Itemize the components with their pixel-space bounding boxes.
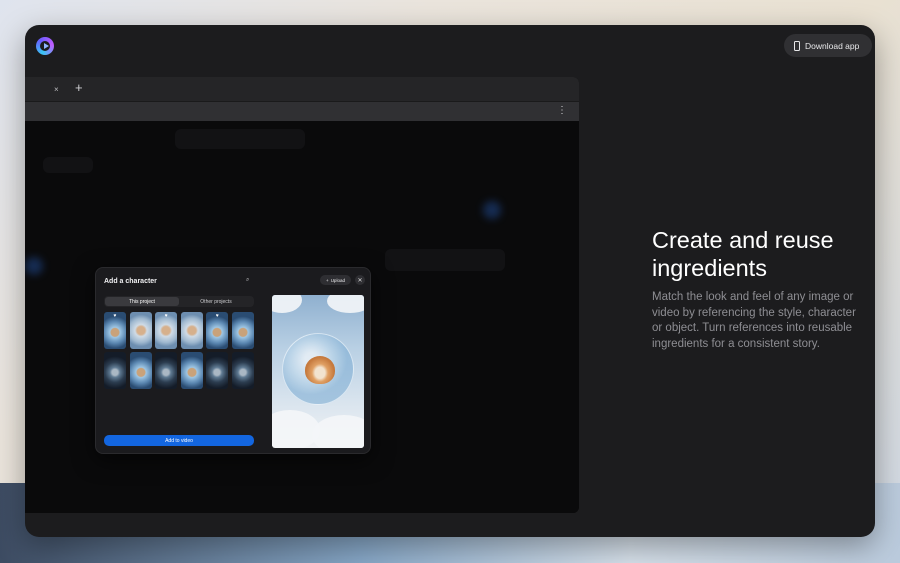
browser-page: Add a character ⌕ + Upload ✕ This projec… bbox=[25, 121, 579, 513]
dimmed-accent bbox=[25, 257, 43, 275]
cloud-shape bbox=[327, 295, 364, 313]
character-grid: ♥ ♥ ♥ bbox=[104, 312, 254, 389]
character-thumbnail[interactable]: ♥ bbox=[104, 312, 126, 349]
cloud-shape bbox=[272, 295, 302, 313]
upload-label: Upload bbox=[330, 277, 345, 283]
more-options-icon[interactable]: ⋮ bbox=[557, 106, 567, 116]
upload-button[interactable]: + Upload bbox=[320, 275, 351, 285]
character-thumbnail[interactable] bbox=[180, 312, 203, 349]
character-thumbnail[interactable] bbox=[180, 352, 203, 389]
dimmed-accent bbox=[483, 201, 501, 219]
add-character-modal: Add a character ⌕ + Upload ✕ This projec… bbox=[95, 267, 371, 454]
phone-icon bbox=[794, 40, 800, 51]
close-icon[interactable]: × bbox=[54, 85, 59, 94]
close-modal-icon[interactable]: ✕ bbox=[355, 275, 365, 285]
app-logo-icon[interactable] bbox=[36, 37, 54, 55]
modal-title: Add a character bbox=[104, 278, 157, 285]
heart-icon: ♥ bbox=[215, 313, 219, 319]
character-thumbnail[interactable]: ♥ bbox=[155, 312, 178, 349]
feature-description: Match the look and feel of any image or … bbox=[652, 291, 856, 350]
character-thumbnail[interactable] bbox=[155, 352, 178, 389]
browser-address-bar[interactable]: ⋮ bbox=[25, 101, 579, 121]
heart-icon: ♥ bbox=[164, 313, 168, 319]
character-thumbnail[interactable]: ♥ bbox=[206, 312, 229, 349]
app-window: Download app × + ⋮ Add a character ⌕ + U… bbox=[25, 25, 875, 537]
character-thumbnail[interactable] bbox=[129, 352, 152, 389]
dimmed-sidebar-item bbox=[43, 157, 93, 173]
download-app-button[interactable]: Download app bbox=[784, 34, 872, 57]
plus-icon: + bbox=[326, 277, 329, 283]
download-app-label: Download app bbox=[805, 40, 860, 51]
browser-mockup: × + ⋮ Add a character ⌕ + Upload ✕ This … bbox=[25, 77, 579, 513]
hamster-figure bbox=[305, 356, 335, 384]
bubble-shape bbox=[282, 333, 354, 405]
new-tab-icon[interactable]: + bbox=[75, 81, 83, 95]
character-preview-image bbox=[272, 295, 364, 448]
character-thumbnail[interactable] bbox=[231, 312, 254, 349]
tab-other-projects[interactable]: Other projects bbox=[179, 297, 253, 306]
add-to-video-button[interactable]: Add to video bbox=[104, 435, 254, 446]
character-thumbnail[interactable] bbox=[129, 312, 152, 349]
project-tabs: This project Other projects bbox=[104, 296, 254, 307]
tab-this-project[interactable]: This project bbox=[105, 297, 179, 306]
character-thumbnail[interactable] bbox=[104, 352, 126, 389]
character-thumbnail[interactable] bbox=[231, 352, 254, 389]
browser-tab-bar: × + bbox=[25, 77, 579, 101]
dimmed-toolbar bbox=[385, 249, 505, 271]
cloud-shape bbox=[312, 415, 364, 448]
heart-icon: ♥ bbox=[113, 313, 117, 319]
feature-headline: Create and reuse ingredients bbox=[652, 227, 834, 281]
search-icon[interactable]: ⌕ bbox=[246, 277, 249, 284]
dimmed-header bbox=[175, 129, 305, 149]
character-thumbnail[interactable] bbox=[206, 352, 229, 389]
